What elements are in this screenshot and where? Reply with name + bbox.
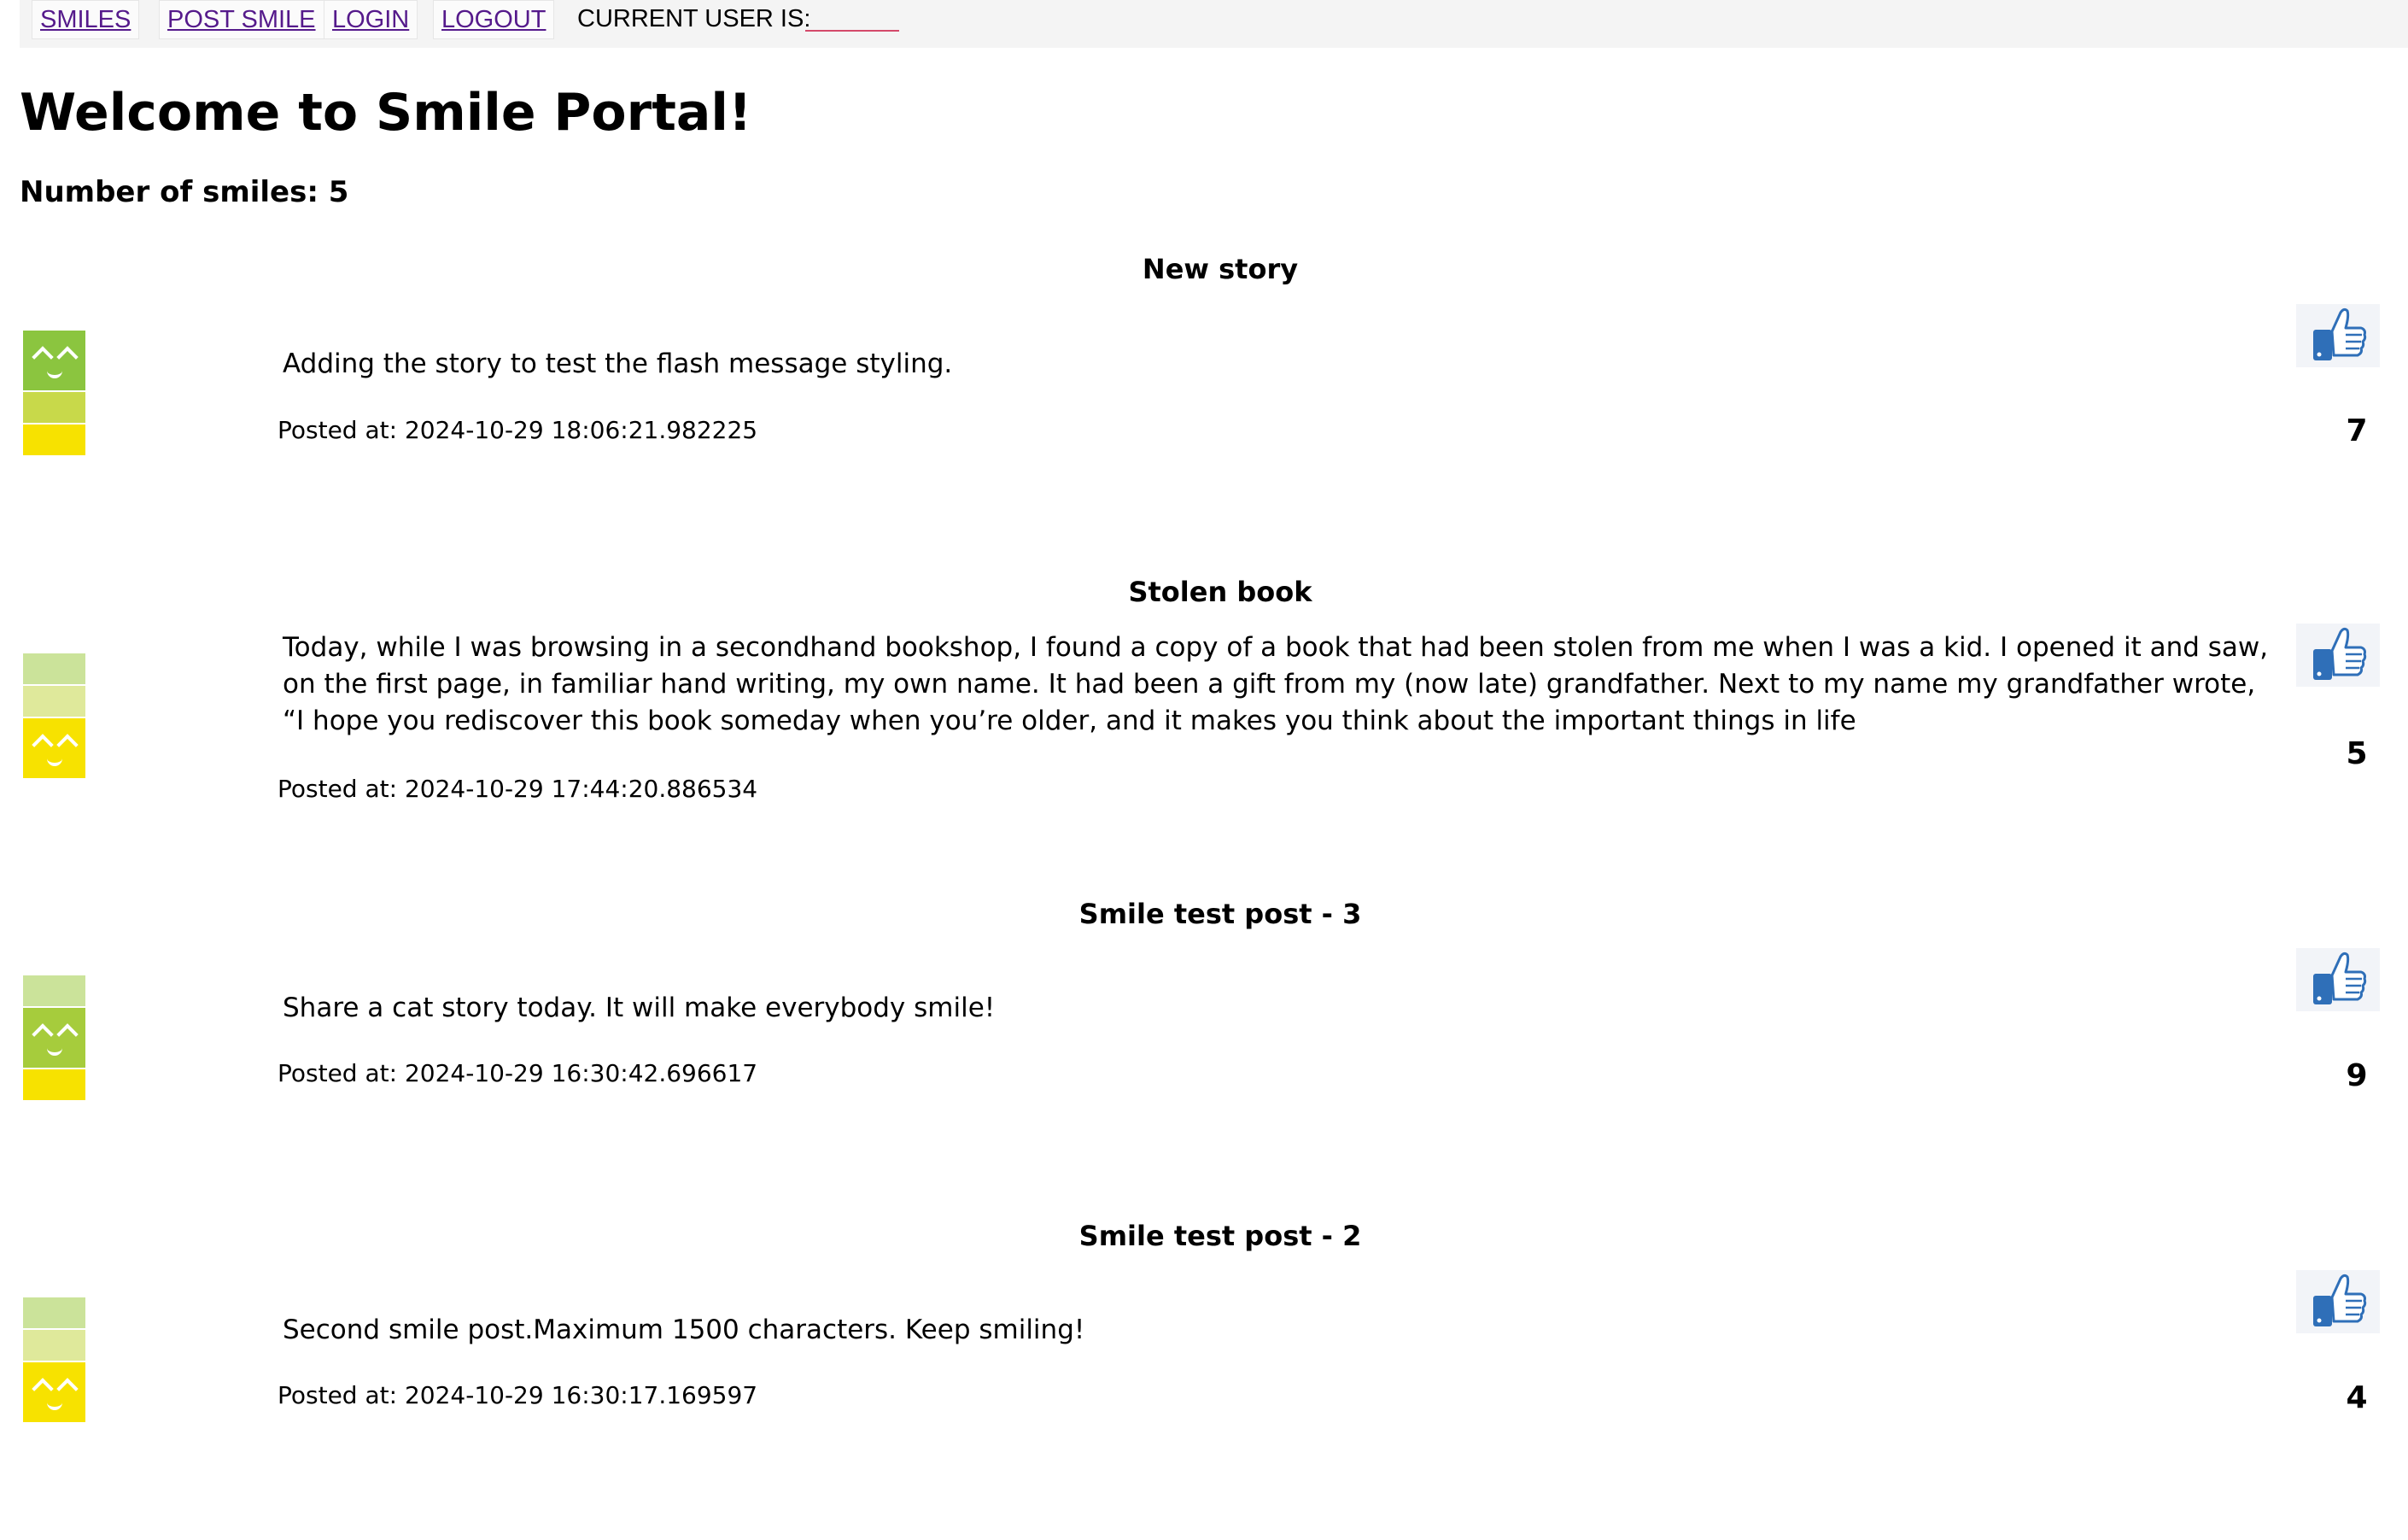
post-title: Smile test post - 3 <box>1078 898 1362 930</box>
like-button[interactable] <box>2296 304 2380 367</box>
like-count: 9 <box>2346 1058 2368 1093</box>
post-card: New story Adding the story to test the f… <box>0 250 2408 573</box>
post-timestamp: Posted at: 2024-10-29 18:06:21.982225 <box>278 416 758 444</box>
post-title: Stolen book <box>1128 576 1312 608</box>
post-timestamp: Posted at: 2024-10-29 16:30:42.696617 <box>278 1059 758 1087</box>
post-card: Stolen book Today, while I was browsing … <box>0 573 2408 896</box>
post-body: Adding the story to test the flash messa… <box>283 348 953 379</box>
thumbs-up-icon <box>2313 307 2367 360</box>
smile-level-high-icon <box>23 331 85 457</box>
post-body: Share a cat story today. It will make ev… <box>283 993 996 1023</box>
post-timestamp: Posted at: 2024-10-29 16:30:17.169597 <box>278 1381 758 1409</box>
smile-level-low-icon <box>23 1297 85 1424</box>
thumbs-up-icon <box>2313 952 2367 1004</box>
post-body: Second smile post.Maximum 1500 character… <box>283 1315 1085 1345</box>
like-count: 4 <box>2346 1380 2368 1415</box>
like-count: 7 <box>2346 413 2368 448</box>
post-title: Smile test post - 2 <box>1078 1220 1362 1252</box>
thumbs-up-icon <box>2313 1274 2367 1326</box>
post-body: Today, while I was browsing in a secondh… <box>283 632 2269 736</box>
post-timestamp: Posted at: 2024-10-29 17:44:20.886534 <box>278 775 758 803</box>
smile-level-low-icon <box>23 653 85 780</box>
smile-level-mid-icon <box>23 975 85 1102</box>
like-count: 5 <box>2346 736 2368 771</box>
post-card: Smile test post - 2 Second smile post.Ma… <box>0 1217 2408 1540</box>
post-title: New story <box>1142 253 1299 285</box>
like-button[interactable] <box>2296 948 2380 1011</box>
like-button[interactable] <box>2296 1270 2380 1333</box>
thumbs-up-icon <box>2313 627 2367 680</box>
posts-list: New story Adding the story to test the f… <box>0 0 2408 1422</box>
like-button[interactable] <box>2296 624 2380 687</box>
post-card: Smile test post - 3 Share a cat story to… <box>0 895 2408 1218</box>
